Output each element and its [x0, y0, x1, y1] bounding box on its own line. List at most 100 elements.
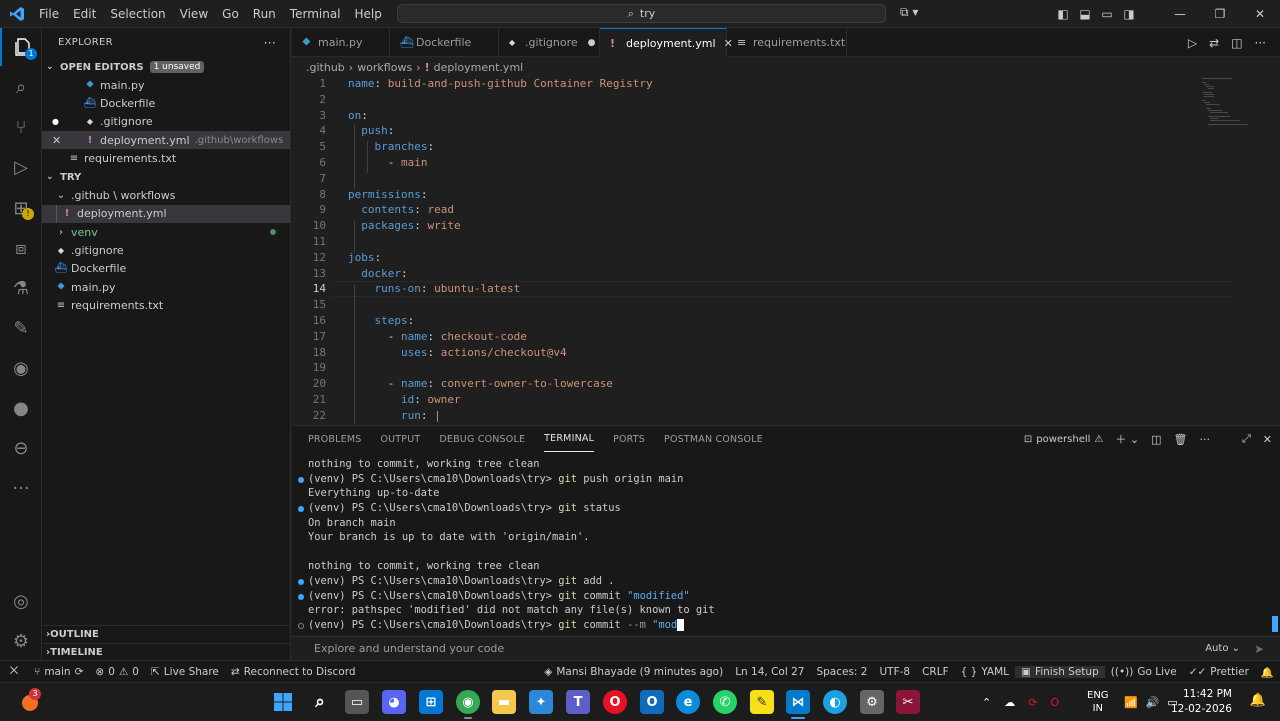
- tab-requirements-txt[interactable]: ≡ requirements.txt: [727, 28, 847, 57]
- tab-ports[interactable]: PORTS: [613, 426, 645, 452]
- testing-icon[interactable]: ⚗: [0, 269, 42, 307]
- menu-run[interactable]: Run: [246, 0, 283, 28]
- run-debug-icon[interactable]: ▷: [0, 148, 42, 186]
- kill-terminal-icon[interactable]: 🗑: [1174, 433, 1188, 446]
- live-share-button[interactable]: ⇱ Live Share: [145, 666, 225, 678]
- remote-icon[interactable]: ⨉: [0, 661, 28, 683]
- file-explorer-icon[interactable]: ▬: [492, 690, 516, 714]
- tab-output[interactable]: OUTPUT: [380, 426, 420, 452]
- run-icon[interactable]: ▷: [1188, 36, 1197, 50]
- menu-view[interactable]: View: [173, 0, 215, 28]
- menu-go[interactable]: Go: [215, 0, 246, 28]
- browser-icon[interactable]: ◐: [823, 690, 847, 714]
- command-decoration-icon[interactable]: [298, 593, 304, 600]
- teams-icon[interactable]: T: [566, 690, 590, 714]
- live-preview-icon[interactable]: ◉: [0, 349, 42, 387]
- tree-file-active[interactable]: ! deployment.yml: [42, 204, 290, 224]
- close-panel-icon[interactable]: ✕: [1263, 433, 1272, 446]
- windows-start-icon[interactable]: [271, 690, 295, 714]
- tab-main-py[interactable]: ⯁ main.py: [292, 28, 390, 57]
- close-editor-icon[interactable]: ✕: [52, 134, 66, 147]
- menu-selection[interactable]: Selection: [103, 0, 172, 28]
- tab-gitignore[interactable]: ◆ .gitignore ●: [499, 28, 600, 57]
- tab-postman-console[interactable]: POSTMAN CONSOLE: [664, 426, 763, 452]
- remote-explorer-icon[interactable]: ⧈: [0, 229, 42, 267]
- finish-setup-button[interactable]: ▣ Finish Setup: [1015, 666, 1105, 678]
- close-window-icon[interactable]: ✕: [1240, 7, 1280, 21]
- minimize-icon[interactable]: —: [1160, 7, 1200, 21]
- menu-terminal[interactable]: Terminal: [283, 0, 348, 28]
- indentation[interactable]: Spaces: 2: [810, 666, 873, 678]
- problems-indicator[interactable]: ⊗ 0 ⚠ 0: [89, 666, 145, 678]
- onedrive-icon[interactable]: ☁: [1004, 696, 1015, 709]
- open-editor-item[interactable]: ⯁ main.py: [42, 76, 290, 94]
- search-icon[interactable]: ⌕: [308, 690, 332, 714]
- menu-edit[interactable]: Edit: [66, 0, 103, 28]
- task-view-icon[interactable]: ▭: [345, 690, 369, 714]
- more-actions-icon[interactable]: ···: [1199, 433, 1210, 446]
- more-actions-icon[interactable]: ···: [1255, 36, 1266, 50]
- wifi-icon[interactable]: 📶: [1124, 696, 1138, 709]
- toggle-primary-sidebar-icon[interactable]: ◧: [1052, 7, 1074, 21]
- postman-icon[interactable]: ✎: [0, 309, 42, 347]
- tree-folder[interactable]: ⌄ .github \ workflows: [42, 186, 290, 204]
- prettier-button[interactable]: ✓✓ Prettier: [1183, 666, 1255, 678]
- terminal-scrollbar[interactable]: [1272, 616, 1278, 632]
- opera-tray-icon[interactable]: O: [1050, 696, 1059, 709]
- toggle-panel-icon[interactable]: ⬓: [1074, 7, 1096, 21]
- unsaved-dot-icon[interactable]: ●: [588, 38, 596, 48]
- menu-help[interactable]: Help: [348, 0, 389, 28]
- copilot-icon[interactable]: ⧉ ▾: [900, 5, 918, 20]
- tab-deployment-yml[interactable]: ! deployment.yml ✕: [600, 28, 733, 57]
- timeline-section[interactable]: › TIMELINE: [42, 643, 291, 661]
- source-control-icon[interactable]: ⑂: [0, 108, 42, 146]
- extensions-icon[interactable]: ⊞: [0, 189, 42, 227]
- more-actions-icon[interactable]: ···: [264, 36, 276, 50]
- mode-selector[interactable]: Auto ⌄: [1205, 643, 1240, 654]
- terminal-profile[interactable]: ⊡ powershell ⚠: [1024, 434, 1104, 445]
- language-mode[interactable]: { } YAML: [955, 666, 1015, 678]
- command-decoration-icon[interactable]: [298, 623, 304, 630]
- open-editor-item[interactable]: ● ◆ .gitignore: [42, 113, 290, 131]
- send-icon[interactable]: ➤: [1254, 642, 1264, 656]
- manage-gear-icon[interactable]: ⚙: [0, 622, 42, 660]
- tree-file[interactable]: ⯁ main.py: [42, 278, 290, 296]
- tree-file[interactable]: ⛴ Dockerfile: [42, 260, 290, 278]
- sticky-notes-icon[interactable]: ✎: [750, 690, 774, 714]
- end-of-line[interactable]: CRLF: [916, 666, 955, 678]
- command-decoration-icon[interactable]: [298, 579, 304, 586]
- volume-icon[interactable]: 🔊: [1146, 696, 1160, 709]
- command-decoration-icon[interactable]: [298, 505, 304, 512]
- split-terminal-icon[interactable]: ◫: [1151, 433, 1161, 446]
- copilot-chat-icon[interactable]: ●: [0, 389, 42, 427]
- tab-problems[interactable]: PROBLEMS: [308, 426, 361, 452]
- vscode-taskbar-icon[interactable]: ⋈: [786, 690, 810, 714]
- explorer-icon[interactable]: [0, 28, 42, 66]
- language-indicator[interactable]: ENG IN: [1087, 689, 1109, 715]
- new-terminal-icon[interactable]: ＋ ⌄: [1115, 431, 1139, 447]
- code-editor[interactable]: 1 name: build-and-push-github Container R…: [292, 76, 1280, 424]
- show-hidden-icons-chevron-icon[interactable]: ⌃: [982, 696, 991, 709]
- chrome-icon[interactable]: ◉: [456, 690, 480, 714]
- toggle-secondary-sidebar-icon[interactable]: ▭: [1096, 7, 1118, 21]
- copilot-app-icon[interactable]: ✦: [529, 690, 553, 714]
- terminal-output[interactable]: nothing to commit, working tree clean (ve…: [298, 457, 715, 633]
- tab-debug-console[interactable]: DEBUG CONSOLE: [439, 426, 525, 452]
- open-editor-item[interactable]: ≡ requirements.txt: [42, 149, 290, 167]
- git-blame[interactable]: ◈ Mansi Bhayade (9 minutes ago): [538, 666, 729, 678]
- notifications-bell-icon[interactable]: 🔔: [1250, 693, 1266, 708]
- command-center-search[interactable]: ⌕ try: [397, 4, 886, 23]
- encoding[interactable]: UTF-8: [873, 666, 916, 678]
- tab-terminal[interactable]: TERMINAL: [544, 426, 595, 452]
- open-editor-item-active[interactable]: ✕ ! deployment.yml .github\workflows: [42, 130, 290, 150]
- notifications-bell-icon[interactable]: 🔔: [1255, 666, 1280, 679]
- opera-icon[interactable]: O: [603, 690, 627, 714]
- account-icon[interactable]: ◎: [0, 582, 42, 620]
- tree-file[interactable]: ◆ .gitignore: [42, 241, 290, 259]
- whatsapp-icon[interactable]: ✆: [713, 690, 737, 714]
- tab-dockerfile[interactable]: ⛴ Dockerfile: [390, 28, 499, 57]
- settings-icon[interactable]: ⚙: [860, 690, 884, 714]
- unsaved-dot-icon[interactable]: ●: [52, 117, 66, 126]
- tree-folder[interactable]: › venv: [42, 223, 290, 241]
- search-view-icon[interactable]: ⌕: [0, 68, 42, 106]
